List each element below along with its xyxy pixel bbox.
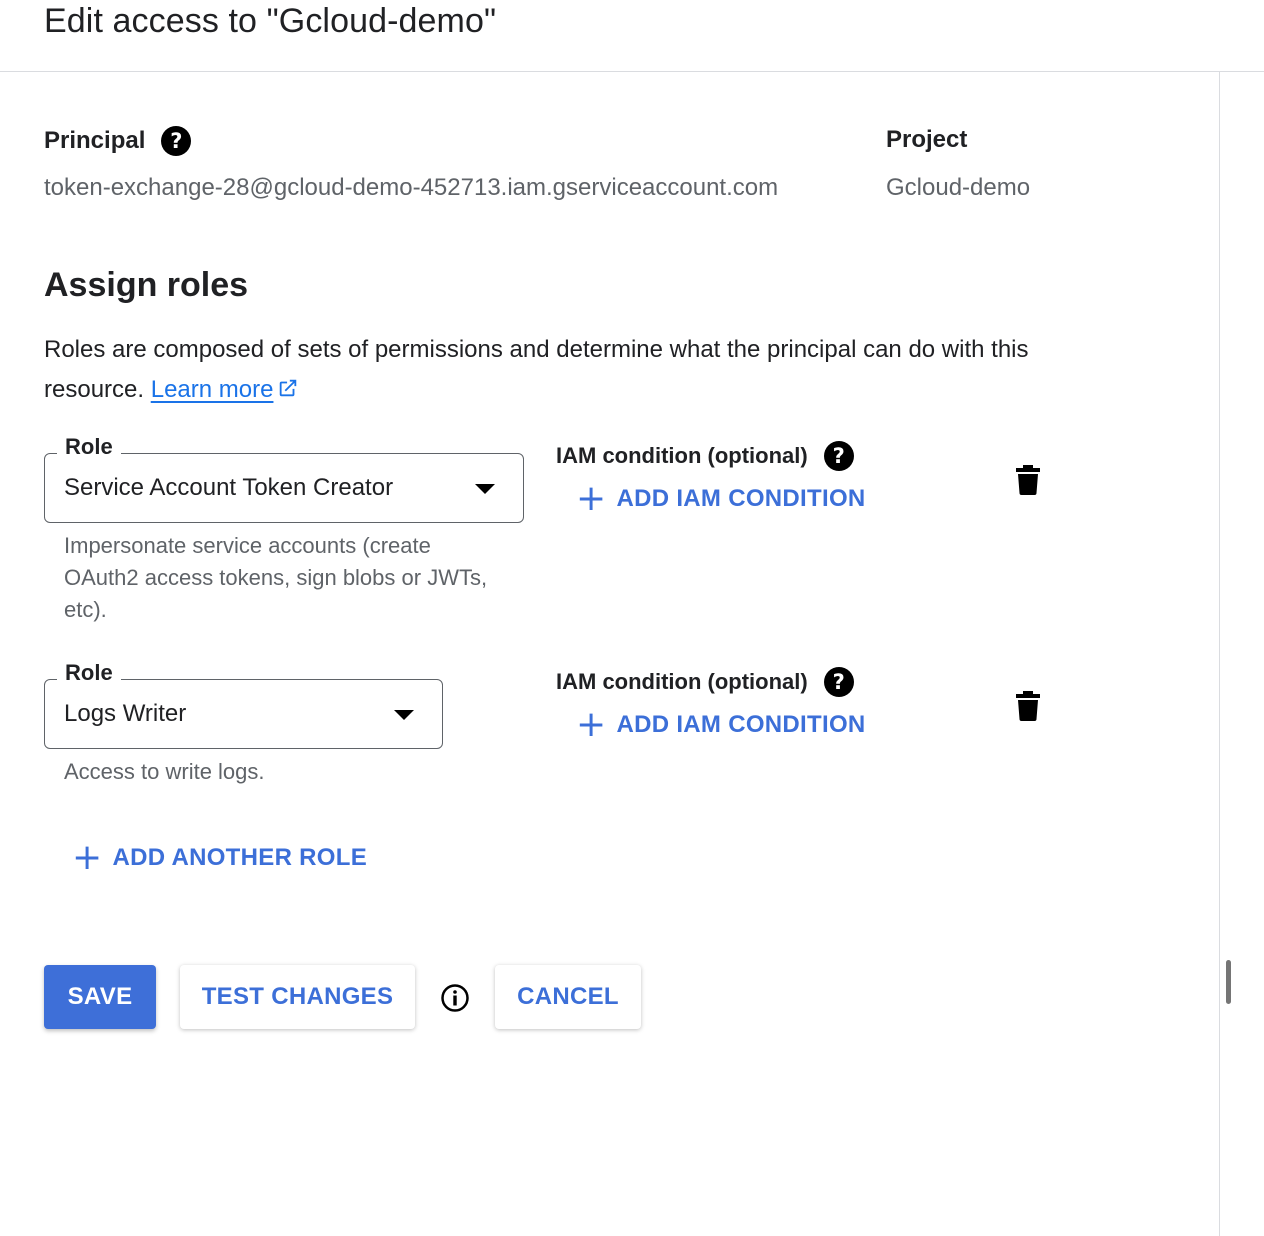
role-hint: Impersonate service accounts (create OAu… — [64, 533, 488, 622]
plus-icon: + — [576, 704, 607, 745]
role-value: Service Account Token Creator — [64, 474, 394, 501]
panel-header: Edit access to "Gcloud-demo" — [0, 0, 1264, 72]
project-label: Project — [886, 126, 968, 153]
add-another-role-button[interactable]: + ADD ANOTHER ROLE — [72, 840, 367, 876]
add-iam-condition-label: ADD IAM CONDITION — [616, 711, 866, 738]
chevron-down-icon — [394, 710, 414, 720]
external-link-icon — [280, 379, 297, 397]
cancel-button[interactable]: CANCEL — [495, 965, 641, 1029]
help-icon[interactable]: ? — [823, 441, 854, 471]
principal-value: token-exchange-28@gcloud-demo-452713.iam… — [44, 174, 779, 201]
iam-condition-heading: IAM condition (optional) ? — [556, 441, 854, 471]
add-iam-condition-button[interactable]: + ADD IAM CONDITION — [576, 707, 866, 743]
role-value: Logs Writer — [64, 700, 187, 727]
info-icon[interactable] — [440, 983, 470, 1013]
assign-roles-description: Roles are composed of sets of permission… — [44, 330, 1044, 410]
trash-icon[interactable] — [1016, 691, 1040, 721]
edit-access-panel: Edit access to "Gcloud-demo" Principal ?… — [0, 0, 1264, 1236]
plus-icon: + — [576, 478, 607, 519]
learn-more-link[interactable]: Learn more — [151, 376, 274, 403]
principal-label: Principal — [44, 127, 146, 154]
add-iam-condition-label: ADD IAM CONDITION — [616, 485, 866, 512]
learn-more-label: Learn more — [150, 376, 274, 403]
assign-roles-title: Assign roles — [44, 266, 249, 304]
add-another-role-label: ADD ANOTHER ROLE — [112, 844, 368, 871]
trash-icon[interactable] — [1016, 465, 1040, 495]
role-legend: Role — [57, 434, 121, 460]
iam-condition-heading: IAM condition (optional) ? — [556, 667, 854, 697]
iam-condition-label: IAM condition (optional) — [556, 669, 808, 694]
page-title: Edit access to "Gcloud-demo" — [44, 2, 497, 40]
scrollbar-thumb[interactable] — [1226, 960, 1231, 1004]
chevron-down-icon — [475, 484, 495, 494]
role-hint: Access to write logs. — [64, 759, 265, 784]
help-icon[interactable]: ? — [823, 667, 854, 697]
principal-heading: Principal ? — [44, 126, 192, 156]
project-value: Gcloud-demo — [886, 174, 1031, 201]
plus-icon: + — [72, 837, 103, 878]
add-iam-condition-button[interactable]: + ADD IAM CONDITION — [576, 481, 866, 517]
iam-condition-label: IAM condition (optional) — [556, 443, 808, 468]
save-button[interactable]: SAVE — [44, 965, 156, 1029]
role-select-1[interactable]: Role Service Account Token Creator — [44, 434, 524, 523]
role-select-2[interactable]: Role Logs Writer — [44, 660, 443, 749]
role-legend: Role — [57, 660, 121, 686]
help-icon[interactable]: ? — [161, 126, 192, 156]
test-changes-button[interactable]: TEST CHANGES — [180, 965, 415, 1029]
scrollbar-track — [1219, 72, 1220, 1236]
